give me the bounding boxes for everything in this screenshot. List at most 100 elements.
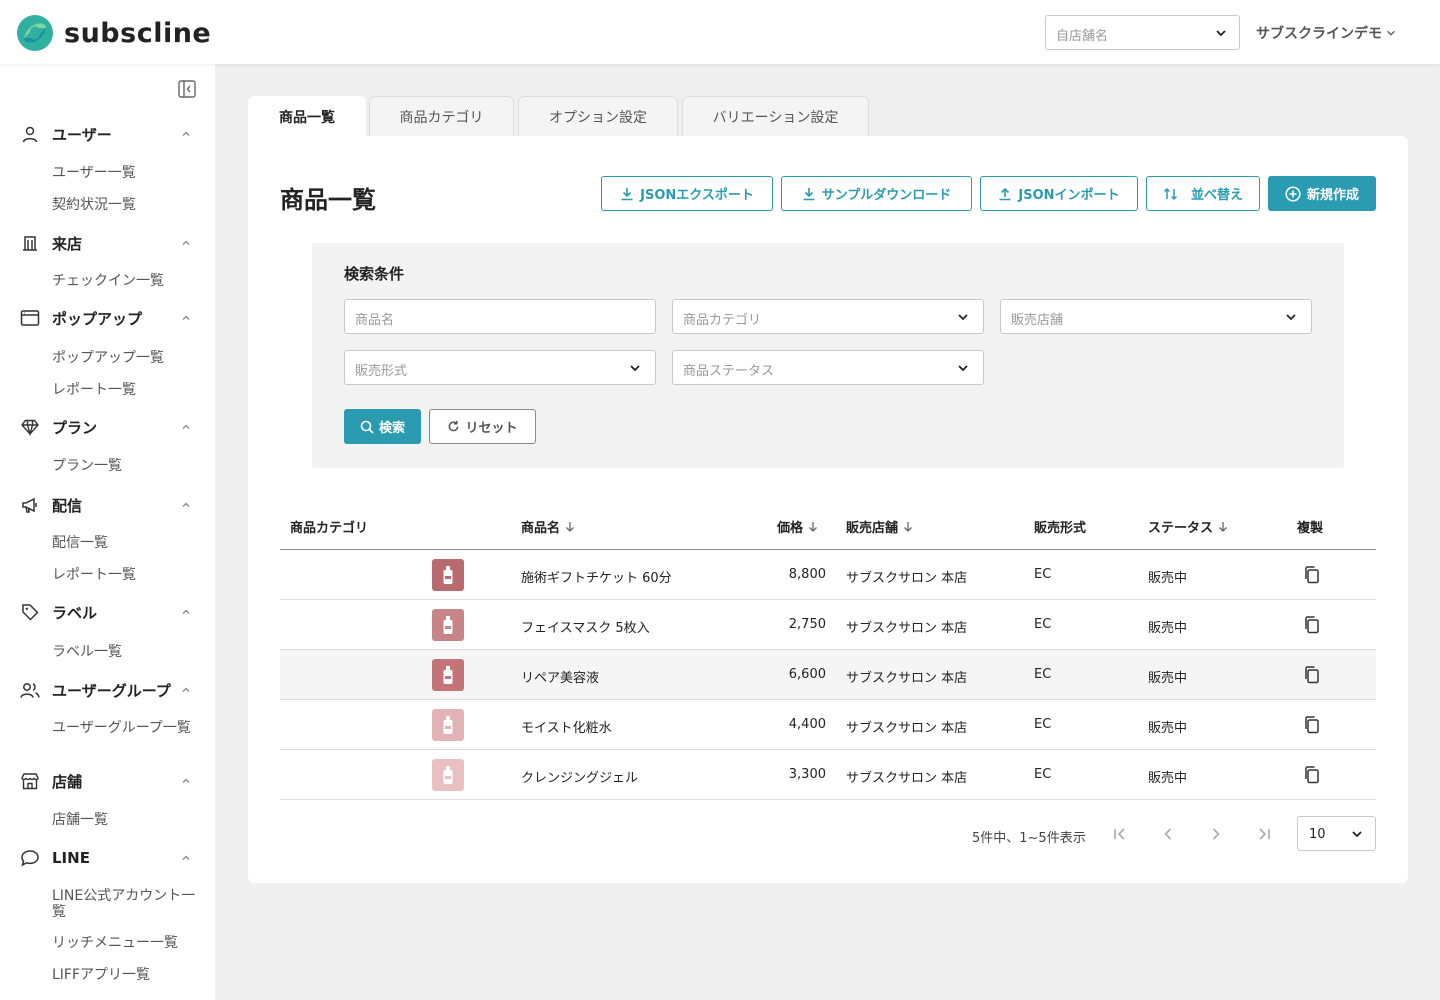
cell-product-name[interactable]: フェイスマスク 5枚入	[521, 617, 650, 636]
sort-arrows-icon	[1163, 187, 1178, 200]
chevron-up-icon	[182, 609, 190, 614]
sales-store-select[interactable]: 販売店舗	[1000, 299, 1312, 334]
sidebar-item[interactable]: プラン一覧	[52, 458, 202, 474]
create-new-button[interactable]: 新規作成	[1268, 176, 1376, 211]
chat-bubble-icon	[20, 848, 40, 868]
sidebar-item[interactable]: LIFFアプリ一覧	[52, 967, 202, 983]
header-store[interactable]: 販売店舗	[846, 517, 914, 536]
copy-icon[interactable]	[1302, 615, 1322, 635]
bottle-icon	[443, 666, 453, 684]
cell-status: 販売中	[1148, 621, 1188, 636]
chevron-up-icon	[182, 131, 190, 136]
sidebar-group-8[interactable]: LINE	[20, 846, 200, 870]
sidebar-item[interactable]: レポート一覧	[52, 382, 202, 398]
table-row[interactable]: クレンジングジェル 3,300 サブスクサロン 本店 EC 販売中	[280, 750, 1376, 800]
chevron-down-icon	[1387, 30, 1395, 36]
sort-arrow-down-icon	[809, 521, 817, 532]
sidebar-group-3[interactable]: プラン	[20, 415, 200, 439]
sidebar-item[interactable]: 契約状況一覧	[52, 197, 202, 213]
sidebar-item[interactable]: 配信一覧	[52, 535, 202, 551]
cell-sales-type: EC	[1034, 767, 1052, 782]
bottle-icon	[443, 616, 453, 634]
table-row[interactable]: リペア美容液 6,600 サブスクサロン 本店 EC 販売中	[280, 650, 1376, 700]
reset-button[interactable]: リセット	[429, 409, 536, 444]
brand-logo[interactable]: subscline	[16, 14, 211, 52]
window-icon	[20, 308, 40, 328]
download-icon	[621, 187, 633, 200]
cell-product-name[interactable]: 施術ギフトチケット 60分	[521, 567, 672, 586]
sidebar-item[interactable]: LINE公式アカウント一覧	[52, 888, 202, 920]
product-thumbnail	[432, 659, 464, 691]
user-icon	[20, 124, 40, 144]
cell-product-name[interactable]: モイスト化粧水	[521, 717, 612, 736]
sidebar-item[interactable]: 店舗一覧	[52, 812, 202, 828]
copy-icon[interactable]	[1302, 715, 1322, 735]
copy-icon[interactable]	[1302, 765, 1322, 785]
tab-product-category[interactable]: 商品カテゴリ	[369, 96, 514, 136]
chevron-up-icon	[182, 424, 190, 429]
tab-product-list[interactable]: 商品一覧	[248, 96, 366, 136]
json-export-button[interactable]: JSONエクスポート	[601, 176, 773, 211]
sidebar-item[interactable]: ユーザーグループ一覧	[52, 720, 202, 736]
chevron-up-icon	[182, 315, 190, 320]
sidebar-group-1[interactable]: 来店	[20, 231, 200, 255]
logo-icon	[17, 15, 53, 51]
sample-download-button[interactable]: サンプルダウンロード	[781, 176, 972, 211]
sidebar-item[interactable]: ラベル一覧	[52, 644, 202, 660]
cell-product-name[interactable]: クレンジングジェル	[521, 767, 638, 786]
sidebar-item[interactable]: リッチメニュー一覧	[52, 935, 202, 951]
cell-status: 販売中	[1148, 571, 1188, 586]
sidebar-collapse-icon[interactable]	[177, 79, 197, 99]
account-menu[interactable]: サブスクラインデモ	[1256, 23, 1396, 43]
table-row[interactable]: フェイスマスク 5枚入 2,750 サブスクサロン 本店 EC 販売中	[280, 600, 1376, 650]
sidebar-group-2[interactable]: ポップアップ	[20, 306, 200, 330]
cell-sales-type: EC	[1034, 617, 1052, 632]
store-select[interactable]: 自店舗名	[1045, 15, 1240, 50]
last-page-icon[interactable]	[1254, 824, 1274, 844]
product-name-input[interactable]: 商品名	[344, 299, 656, 334]
sidebar-group-0[interactable]: ユーザー	[20, 122, 200, 146]
table-row[interactable]: モイスト化粧水 4,400 サブスクサロン 本店 EC 販売中	[280, 700, 1376, 750]
search-panel: 検索条件 商品名 商品カテゴリ 販売店舗 販売形式 商品ステータス 検索 リセッ…	[312, 243, 1344, 468]
json-import-button[interactable]: JSONインポート	[980, 176, 1138, 211]
sidebar-group-4[interactable]: 配信	[20, 493, 200, 517]
product-thumbnail	[432, 559, 464, 591]
bottle-icon	[443, 566, 453, 584]
search-button-label: 検索	[378, 421, 405, 436]
sidebar-item[interactable]: ユーザー一覧	[52, 165, 202, 181]
header-product-name[interactable]: 商品名	[521, 517, 576, 536]
pagination-summary: 5件中、1~5件表示	[972, 831, 1086, 846]
header-price[interactable]: 価格	[777, 517, 819, 536]
copy-icon[interactable]	[1302, 665, 1322, 685]
next-page-icon[interactable]	[1206, 824, 1226, 844]
sidebar-group-6[interactable]: ユーザーグループ	[20, 678, 200, 702]
cell-store: サブスクサロン 本店	[846, 621, 968, 636]
tab-variation-settings[interactable]: バリエーション設定	[682, 96, 869, 136]
first-page-icon[interactable]	[1110, 824, 1130, 844]
cell-status: 販売中	[1148, 771, 1188, 786]
sidebar-group-label: プラン	[52, 418, 98, 437]
sidebar-item[interactable]: ポップアップ一覧	[52, 350, 202, 366]
sidebar-item[interactable]: レポート一覧	[52, 567, 202, 583]
sidebar-group-label: ラベル	[52, 603, 98, 622]
prev-page-icon[interactable]	[1158, 824, 1178, 844]
sidebar-group-5[interactable]: ラベル	[20, 600, 200, 624]
table-row[interactable]: 施術ギフトチケット 60分 8,800 サブスクサロン 本店 EC 販売中	[280, 550, 1376, 600]
sales-type-select[interactable]: 販売形式	[344, 350, 656, 385]
sidebar-group-label: ユーザーグループ	[52, 681, 171, 700]
header-status[interactable]: ステータス	[1148, 517, 1229, 536]
sidebar-group-7[interactable]: 店舗	[20, 769, 200, 793]
sidebar-item[interactable]: チェックイン一覧	[52, 273, 202, 289]
cell-product-name[interactable]: リペア美容液	[521, 667, 599, 686]
sidebar: ユーザーユーザー一覧 契約状況一覧来店チェックイン一覧ポップアップポップアップ一覧…	[0, 64, 215, 1000]
sort-button[interactable]: 並べ替え	[1146, 176, 1260, 211]
product-status-select[interactable]: 商品ステータス	[672, 350, 984, 385]
per-page-select[interactable]: 10	[1297, 816, 1376, 851]
product-category-select[interactable]: 商品カテゴリ	[672, 299, 984, 334]
chevron-down-icon	[1352, 831, 1362, 838]
bottle-icon	[443, 716, 453, 734]
header-category: 商品カテゴリ	[290, 521, 369, 536]
tab-option-settings[interactable]: オプション設定	[518, 96, 678, 136]
copy-icon[interactable]	[1302, 565, 1322, 585]
search-button[interactable]: 検索	[344, 409, 421, 444]
